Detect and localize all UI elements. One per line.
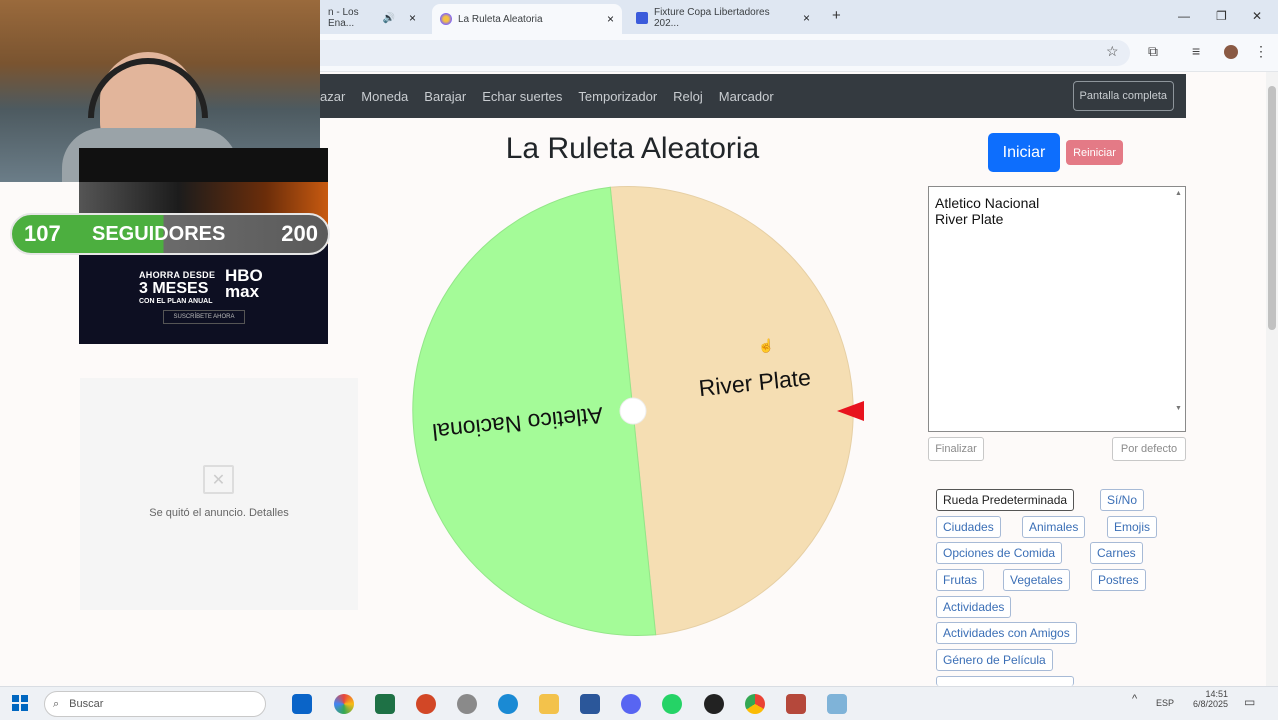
tab-la-ruleta-aleatoria[interactable]: La Ruleta Aleatoria × (432, 4, 622, 34)
nav-link-moneda[interactable]: Moneda (361, 89, 408, 104)
start-button[interactable]: Iniciar (988, 133, 1060, 172)
preset-genero-de-pelicula[interactable]: Género de Película (936, 649, 1053, 671)
preset-ciudades[interactable]: Ciudades (936, 516, 1001, 538)
media-icon[interactable]: ≡ (1192, 43, 1200, 59)
bookmark-star-icon[interactable]: ☆ (1106, 43, 1119, 60)
excel-icon[interactable] (375, 694, 395, 714)
new-tab-icon[interactable]: + (832, 7, 841, 24)
removed-ad-placeholder: ✕ Se quitó el anuncio. Detalles (80, 378, 358, 610)
taskbar-search-placeholder: Buscar (69, 698, 104, 710)
scroll-up-icon[interactable]: ▲ (1175, 190, 1182, 197)
app-icon-2[interactable] (786, 694, 806, 714)
ad-banner: AHORRA DESDE 3 MESES CON EL PLAN ANUAL H… (79, 244, 328, 344)
tray-clock[interactable]: 14:51 6/8/2025 (1188, 689, 1228, 709)
extensions-icon[interactable]: ⧉ (1148, 43, 1158, 60)
nav-link-azar[interactable]: azar (320, 89, 345, 104)
chrome-icon[interactable] (745, 694, 765, 714)
follower-goal-bar: 107 SEGUIDORES 200 (10, 213, 330, 255)
windows-taskbar: ⌕ Buscar ^ ESP 14:51 6/8/2025 ▭ (0, 686, 1278, 720)
tray-language[interactable]: ESP (1156, 698, 1174, 708)
roulette-wheel[interactable]: River Plate Atletico Nacional (405, 183, 865, 638)
close-tab-icon[interactable]: × (409, 11, 416, 25)
preset-vegetales[interactable]: Vegetales (1003, 569, 1070, 591)
ad-removed-icon: ✕ (203, 465, 234, 494)
copilot-icon[interactable] (334, 694, 354, 714)
removed-ad-text[interactable]: Se quitó el anuncio. Detalles (80, 507, 358, 519)
followers-label: SEGUIDORES (92, 222, 226, 245)
word-icon[interactable] (580, 694, 600, 714)
site-navbar: azar Moneda Barajar Echar suertes Tempor… (320, 74, 1186, 118)
notification-icon[interactable]: ▭ (1244, 695, 1255, 709)
app-icon[interactable] (457, 694, 477, 714)
preset-carnes[interactable]: Carnes (1090, 542, 1143, 564)
preset-rueda-predeterminada[interactable]: Rueda Predeterminada (936, 489, 1075, 511)
ad-text-meses: 3 MESES (139, 280, 209, 297)
search-icon: ⌕ (53, 697, 60, 710)
discord-icon[interactable] (621, 694, 641, 714)
entries-textarea[interactable]: Atletico Nacional River Plate (928, 186, 1186, 432)
preset-postres[interactable]: Postres (1091, 569, 1146, 591)
scrollbar-thumb[interactable] (1268, 86, 1276, 330)
tab-title: Fixture Copa Libertadores 202... (653, 7, 770, 29)
logo-max: max (225, 282, 260, 301)
preset-emojis[interactable]: Emojis (1107, 516, 1158, 538)
obs-icon[interactable] (704, 694, 724, 714)
preset-opciones-de-comida[interactable]: Opciones de Comida (936, 542, 1063, 564)
app-icon-3[interactable] (827, 694, 847, 714)
hbo-max-logo: HBO max (225, 267, 263, 301)
windows-start-icon[interactable] (12, 695, 28, 711)
headphones-icon (88, 58, 208, 118)
preset-actividades[interactable]: Actividades (936, 596, 1012, 618)
preset-si-no[interactable]: Sí/No (1100, 489, 1145, 511)
nav-link-reloj[interactable]: Reloj (673, 89, 703, 104)
tray-chevron-icon[interactable]: ^ (1132, 693, 1137, 705)
tab-title: La Ruleta Aleatoria (458, 13, 543, 25)
hand-cursor-icon: ☝ (758, 338, 775, 353)
close-window-icon[interactable]: ✕ (1252, 9, 1262, 23)
restore-icon[interactable]: ❐ (1216, 9, 1227, 23)
fullscreen-button[interactable]: Pantalla completa (1072, 81, 1174, 111)
tray-date: 6/8/2025 (1192, 699, 1228, 709)
close-tab-icon[interactable]: × (803, 11, 810, 25)
scroll-down-icon[interactable]: ▼ (1175, 405, 1182, 412)
nav-link-marcador[interactable]: Marcador (719, 89, 774, 104)
ad-text-plan: CON EL PLAN ANUAL (139, 298, 213, 305)
preset-partially-hidden[interactable] (936, 676, 1074, 686)
profile-avatar[interactable] (1224, 45, 1238, 59)
followers-current: 107 (24, 221, 61, 246)
minimize-icon[interactable]: — (1178, 9, 1190, 23)
whatsapp-icon[interactable] (662, 694, 682, 714)
file-explorer-icon[interactable] (539, 694, 559, 714)
menu-kebab-icon[interactable]: ⋮ (1254, 43, 1268, 60)
wheel-favicon-icon (440, 13, 452, 25)
preset-animales[interactable]: Animales (1022, 516, 1086, 538)
ad-subscribe-button[interactable]: SUSCRÍBETE AHORA (163, 310, 245, 324)
nav-link-echar-suertes[interactable]: Echar suertes (482, 89, 562, 104)
edge-icon[interactable] (498, 694, 518, 714)
reset-button[interactable]: Reiniciar (1066, 140, 1123, 165)
nav-link-barajar[interactable]: Barajar (424, 89, 466, 104)
powerpoint-icon[interactable] (416, 694, 436, 714)
wheel-center-hub (619, 397, 647, 425)
tab-los-enanitos[interactable]: n - Los Ena... 🔊 × (320, 6, 424, 30)
taskbar-search[interactable]: ⌕ Buscar (44, 691, 266, 717)
preset-frutas[interactable]: Frutas (936, 569, 985, 591)
ad-text-ahorra: AHORRA DESDE (139, 270, 216, 280)
page-title: La Ruleta Aleatoria (505, 132, 760, 165)
audio-icon: 🔊 (382, 12, 395, 24)
default-button[interactable]: Por defecto (1112, 437, 1186, 461)
tab-fixture-libertadores[interactable]: Fixture Copa Libertadores 202... × (628, 6, 818, 30)
tray-time: 14:51 (1205, 689, 1228, 699)
finish-button[interactable]: Finalizar (928, 437, 984, 461)
followers-goal: 200 (281, 221, 318, 246)
outlook-icon[interactable] (292, 694, 312, 714)
preset-actividades-con-amigos[interactable]: Actividades con Amigos (936, 622, 1077, 644)
nav-link-temporizador[interactable]: Temporizador (578, 89, 657, 104)
site-favicon-icon (636, 12, 648, 24)
tab-title: n - Los Ena... (328, 7, 359, 29)
close-tab-icon[interactable]: × (607, 12, 614, 26)
page-scrollbar[interactable] (1266, 72, 1278, 686)
address-bar[interactable] (300, 40, 1130, 66)
